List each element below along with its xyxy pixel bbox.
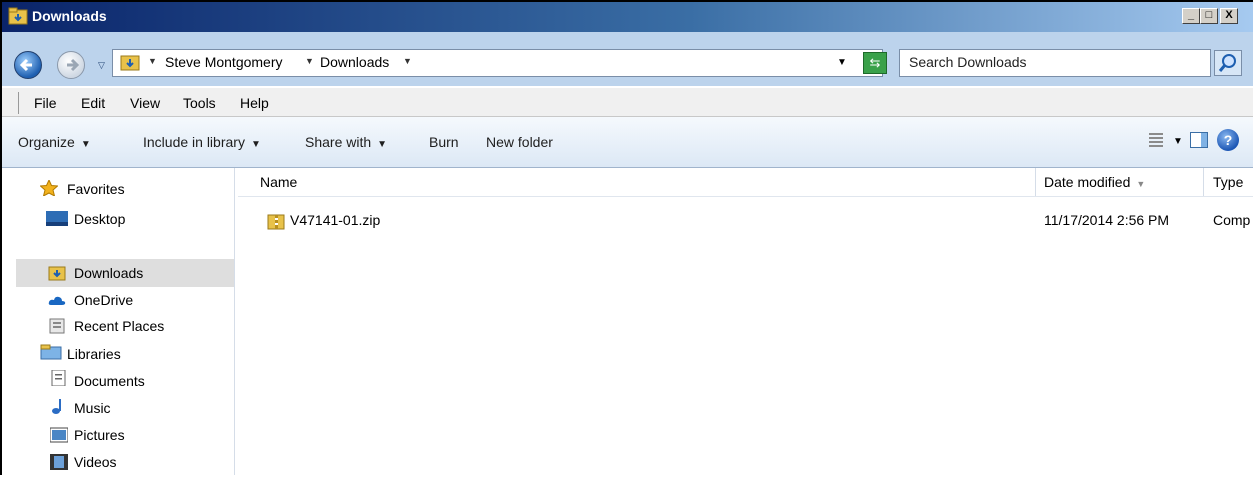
search-icon (1218, 54, 1236, 72)
explorer-window: Downloads _ □ X ▽ ▼ Steve Montgomery ▼ D… (0, 0, 1253, 475)
downloads-folder-icon (48, 266, 66, 281)
menu-help[interactable]: Help (240, 95, 269, 111)
nav-onedrive[interactable]: OneDrive (74, 287, 133, 313)
view-options-dropdown-icon[interactable]: ▼ (1173, 136, 1183, 147)
title-bar[interactable]: Downloads _ □ X (2, 2, 1253, 32)
include-in-library-button[interactable]: Include in library ▼ (143, 134, 261, 150)
search-button[interactable] (1214, 50, 1242, 76)
nav-downloads[interactable]: Downloads (74, 260, 143, 286)
chevron-down-icon: ▼ (250, 139, 261, 150)
search-input[interactable]: Search Downloads (909, 54, 1027, 70)
new-folder-button[interactable]: New folder (486, 134, 553, 150)
column-divider[interactable] (1203, 168, 1204, 196)
nav-pictures[interactable]: Pictures (74, 422, 125, 448)
chevron-down-icon: ▼ (377, 139, 388, 150)
column-type[interactable]: Type (1213, 174, 1243, 190)
videos-icon (50, 454, 68, 470)
menu-view[interactable]: View (130, 95, 160, 111)
breadcrumb-chevron-icon[interactable]: ▼ (403, 56, 412, 66)
nav-documents[interactable]: Documents (74, 368, 145, 394)
chevron-down-icon: ▼ (80, 139, 91, 150)
forward-arrow-icon (67, 58, 80, 72)
file-name: V47141-01.zip (290, 212, 381, 228)
preview-pane-icon[interactable] (1190, 132, 1208, 148)
column-divider[interactable] (1035, 168, 1036, 196)
nav-libraries[interactable]: Libraries (67, 346, 121, 362)
sort-indicator-icon: ▼ (1136, 179, 1146, 189)
minimize-button[interactable]: _ (1182, 8, 1200, 24)
forward-button[interactable] (57, 51, 85, 79)
include-in-library-label: Include in library (143, 134, 245, 150)
address-history-dropdown-icon[interactable]: ▼ (837, 57, 847, 68)
file-type: Comp (1213, 212, 1251, 228)
help-icon[interactable]: ? (1217, 129, 1239, 151)
breadcrumb-chevron-icon[interactable]: ▼ (305, 56, 314, 66)
onedrive-icon (48, 296, 66, 305)
libraries-icon (40, 344, 62, 360)
close-button[interactable]: X (1220, 8, 1238, 24)
nav-favorites[interactable]: Favorites (67, 181, 125, 197)
nav-music[interactable]: Music (74, 395, 111, 421)
downloads-folder-icon (120, 55, 140, 71)
file-date-modified: 11/17/2014 2:56 PM (1044, 212, 1170, 228)
breadcrumb-downloads[interactable]: Downloads (320, 54, 389, 70)
downloads-folder-icon (8, 7, 28, 25)
favorites-star-icon (40, 180, 58, 196)
back-button[interactable] (14, 51, 42, 79)
window-title: Downloads (32, 8, 107, 24)
zip-folder-icon (267, 214, 285, 230)
menu-grip (18, 92, 19, 114)
nav-videos[interactable]: Videos (74, 449, 117, 475)
breadcrumb-steve-montgomery[interactable]: Steve Montgomery (165, 54, 283, 70)
menu-tools[interactable]: Tools (183, 95, 216, 111)
menu-file[interactable]: File (34, 95, 57, 111)
organize-label: Organize (18, 134, 75, 150)
documents-icon (51, 370, 66, 386)
change-view-icon[interactable] (1149, 133, 1163, 147)
nav-desktop[interactable]: Desktop (74, 206, 125, 232)
maximize-button[interactable]: □ (1200, 8, 1218, 24)
menu-edit[interactable]: Edit (81, 95, 105, 111)
music-icon (52, 399, 61, 414)
recent-places-icon (49, 318, 65, 334)
column-date-modified[interactable]: Date modified ▼ (1044, 174, 1145, 190)
share-with-button[interactable]: Share with ▼ (305, 134, 387, 150)
recent-pages-dropdown-icon[interactable]: ▽ (98, 60, 105, 71)
breadcrumb-chevron-icon[interactable]: ▼ (148, 56, 157, 66)
organize-button[interactable]: Organize ▼ (18, 134, 91, 150)
refresh-button[interactable]: ⇆ (863, 52, 887, 74)
burn-button[interactable]: Burn (429, 134, 459, 150)
pictures-icon (50, 427, 68, 443)
column-name[interactable]: Name (260, 174, 297, 190)
nav-recent-places[interactable]: Recent Places (74, 313, 164, 339)
back-arrow-icon (19, 58, 32, 72)
desktop-icon (46, 211, 68, 226)
column-date-modified-label: Date modified (1044, 174, 1131, 190)
share-with-label: Share with (305, 134, 372, 150)
